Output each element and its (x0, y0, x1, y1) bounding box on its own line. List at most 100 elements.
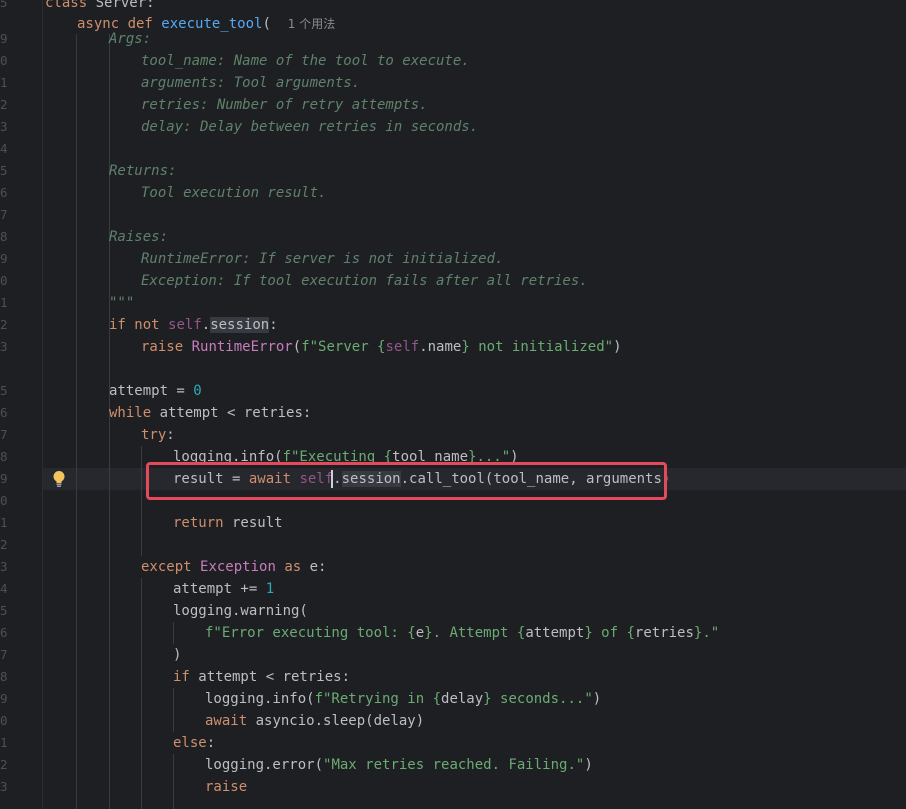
line-number[interactable]: 4 (0, 138, 8, 160)
line-number[interactable]: 2 (0, 754, 8, 776)
line-number[interactable]: 0 (0, 710, 8, 732)
line-number[interactable]: 6 (0, 182, 8, 204)
line-number[interactable]: 5 (0, 0, 8, 14)
line-number[interactable]: 1 (0, 292, 8, 314)
line-number[interactable]: 9 (0, 248, 8, 270)
line-number[interactable]: 3 (0, 336, 8, 358)
line-number[interactable]: 7 (0, 204, 8, 226)
line-number[interactable]: 8 (0, 666, 8, 688)
paren: ( (262, 16, 271, 32)
line-number[interactable]: 5 (0, 160, 8, 182)
code-editor[interactable]: 59012345678901235678901234567890123 clas… (0, 0, 906, 809)
string: }." (693, 625, 720, 641)
code-line[interactable]: logging.warning( (173, 600, 308, 622)
identifier: e: (301, 559, 327, 575)
code-line[interactable]: """ (109, 292, 134, 314)
line-number[interactable]: 2 (0, 314, 8, 336)
line-number[interactable]: 7 (0, 424, 8, 446)
keyword: return (173, 515, 224, 531)
code-line[interactable]: logging.info(f"Retrying in {delay} secon… (205, 688, 601, 710)
line-number[interactable]: 3 (0, 776, 8, 798)
number: 0 (193, 383, 202, 399)
code-line[interactable]: Args: (109, 28, 151, 50)
number: 1 (265, 581, 275, 597)
interpolated-var: e (415, 625, 425, 641)
call: logging.error( (205, 757, 324, 773)
call: logging.info( (205, 691, 315, 707)
line-number[interactable]: 7 (0, 644, 8, 666)
line-number[interactable]: 1 (0, 732, 8, 754)
self-keyword: self (385, 339, 420, 355)
code-line[interactable]: logging.error("Max retries reached. Fail… (205, 754, 593, 776)
code-line[interactable]: Raises: (109, 226, 168, 248)
code-line[interactable]: await asyncio.sleep(delay) (205, 710, 424, 732)
keyword: as (284, 559, 302, 575)
line-number[interactable]: 9 (0, 688, 8, 710)
lightbulb-icon-svg (53, 471, 65, 487)
line-number[interactable]: 9 (0, 468, 8, 490)
indent-guide (141, 578, 142, 809)
line-number[interactable]: 8 (0, 226, 8, 248)
code-line[interactable]: f"Error executing tool: {e}. Attempt {at… (205, 622, 719, 644)
keyword: else (173, 735, 207, 751)
code-line[interactable]: raise RuntimeError(f"Server {self.name} … (141, 336, 622, 358)
string: } of { (584, 625, 635, 641)
indent-guide (141, 446, 142, 556)
line-number[interactable]: 0 (0, 50, 8, 72)
keyword: await (205, 713, 248, 729)
code-line[interactable]: try: (141, 424, 175, 446)
code-line[interactable]: Returns: (109, 160, 176, 182)
code-line[interactable]: return result (173, 512, 283, 534)
code-line[interactable]: arguments: Tool arguments. (141, 72, 360, 94)
interpolated-var: retries (634, 625, 694, 641)
line-number[interactable]: 4 (0, 578, 8, 600)
code-line[interactable]: raise (205, 776, 247, 798)
code-line[interactable]: Exception: If tool execution fails after… (141, 270, 588, 292)
line-number[interactable]: 9 (0, 28, 8, 50)
line-number[interactable]: 1 (0, 72, 8, 94)
code-line[interactable]: while attempt < retries: (109, 402, 311, 424)
line-number[interactable]: 6 (0, 622, 8, 644)
paren: ( (292, 339, 302, 355)
line-number[interactable] (0, 358, 8, 380)
usage-hint[interactable]: 1 个用法 (288, 17, 335, 31)
code-line[interactable]: delay: Delay between retries in seconds. (141, 116, 478, 138)
line-number[interactable]: 6 (0, 402, 8, 424)
paren: ) (592, 691, 602, 707)
code-line[interactable]: retries: Number of retry attempts. (141, 94, 428, 116)
lightbulb-icon[interactable] (52, 470, 66, 488)
code-line[interactable]: Tool execution result. (141, 182, 326, 204)
line-number[interactable]: 3 (0, 116, 8, 138)
code-line[interactable]: if attempt < retries: (173, 666, 350, 688)
indent-guide (173, 688, 174, 732)
code-line[interactable]: RuntimeError: If server is not initializ… (141, 248, 503, 270)
string: } seconds..." (483, 691, 593, 707)
keyword: while (109, 405, 152, 421)
expression: attempt < retries: (151, 405, 312, 421)
keyword: if (173, 669, 190, 685)
line-number[interactable]: 5 (0, 600, 8, 622)
code-line[interactable]: attempt = 0 (109, 380, 202, 402)
line-number[interactable]: 3 (0, 556, 8, 578)
indent-guide (76, 34, 77, 809)
call: asyncio.sleep(delay) (247, 713, 425, 729)
string: } not initialized" (461, 339, 614, 355)
code-line[interactable]: if not self.session: (109, 314, 278, 336)
identifier: attempt += (173, 581, 266, 597)
line-number[interactable]: 2 (0, 534, 8, 556)
expression: attempt < retries: (189, 669, 351, 685)
code-line[interactable]: except Exception as e: (141, 556, 326, 578)
line-number[interactable]: 0 (0, 490, 8, 512)
line-number[interactable]: 1 (0, 512, 8, 534)
code-line[interactable]: class Server: (45, 0, 155, 14)
code-line[interactable]: ) (173, 644, 181, 666)
dot: . (201, 317, 211, 333)
code-line[interactable]: else: (173, 732, 215, 754)
identifier: result (223, 515, 283, 531)
line-number[interactable]: 8 (0, 446, 8, 468)
code-line[interactable]: tool_name: Name of the tool to execute. (141, 50, 470, 72)
line-number[interactable]: 0 (0, 270, 8, 292)
code-line[interactable]: attempt += 1 (173, 578, 274, 600)
line-number[interactable]: 2 (0, 94, 8, 116)
line-number[interactable]: 5 (0, 380, 8, 402)
